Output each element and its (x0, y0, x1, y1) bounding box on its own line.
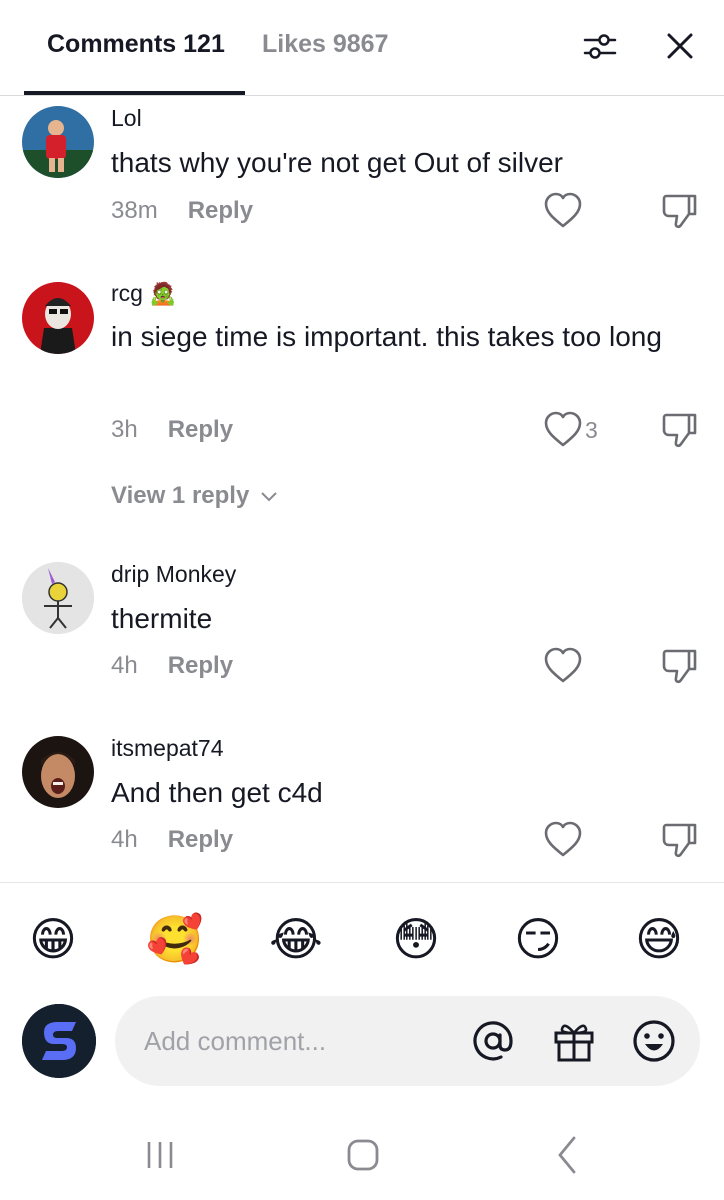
comment-text: thermite (111, 603, 213, 634)
comment-username[interactable]: itsmepat74 (111, 735, 224, 762)
comment-input-placeholder: Add comment... (144, 1026, 327, 1056)
emoji-sweat-smile-button[interactable]: 😅 (631, 911, 687, 967)
comment-time: 4h (111, 652, 138, 679)
reply-button[interactable]: Reply (168, 826, 233, 853)
comments-header: Comments 121 Likes 9867 (0, 0, 724, 96)
comment-text: thats why you're not get Out of silver (111, 147, 564, 178)
avatar[interactable] (22, 562, 94, 634)
comment-text: in siege time is important. this takes t… (111, 321, 662, 352)
comment-input[interactable]: Add comment... (115, 996, 700, 1086)
heart-icon (544, 821, 582, 857)
current-user-avatar[interactable] (22, 1004, 96, 1078)
home-icon[interactable] (338, 1130, 388, 1180)
username-emoji: 🧟 (149, 281, 177, 306)
mention-icon[interactable] (469, 1017, 517, 1065)
heart-icon (544, 647, 582, 683)
like-count: 3 (585, 416, 598, 443)
avatar[interactable] (22, 736, 94, 808)
like-button[interactable] (543, 191, 613, 231)
back-icon[interactable] (542, 1130, 592, 1180)
comment-time: 4h (111, 826, 138, 853)
active-tab-indicator (24, 91, 245, 95)
view-replies-button[interactable]: View 1 reply (111, 482, 278, 510)
emoji-smirk-button[interactable]: 😏 (510, 911, 566, 967)
like-button[interactable] (543, 646, 613, 686)
comment-meta: 4h Reply (111, 826, 233, 854)
dislike-icon[interactable] (661, 821, 699, 861)
reply-button[interactable]: Reply (188, 197, 253, 224)
comment-time: 38m (111, 197, 158, 224)
like-button[interactable] (543, 820, 613, 860)
tab-comments[interactable]: Comments 121 (47, 30, 225, 59)
emoji-quick-bar: 😁 🥰 😂 😳 😏 😅 (0, 882, 724, 994)
heart-icon (544, 411, 582, 447)
comment-username[interactable]: rcg 🧟 (111, 280, 177, 307)
comment-username[interactable]: Lol (111, 105, 142, 132)
emoji-flushed-button[interactable]: 😳 (388, 911, 444, 967)
comment-username[interactable]: drip Monkey (111, 561, 236, 588)
emoji-grin-button[interactable]: 😁 (25, 911, 81, 967)
dislike-icon[interactable] (661, 192, 699, 232)
recent-apps-icon[interactable] (135, 1130, 185, 1180)
comment-meta: 4h Reply (111, 652, 233, 680)
like-button[interactable]: 3 (543, 410, 613, 450)
filter-icon[interactable] (580, 26, 620, 66)
system-nav-bar (0, 1110, 724, 1200)
gift-icon[interactable] (550, 1017, 598, 1065)
comment-time: 3h (111, 416, 138, 443)
emoji-hearts-button[interactable]: 🥰 (146, 911, 203, 967)
reply-button[interactable]: Reply (168, 416, 233, 443)
dislike-icon[interactable] (661, 411, 699, 451)
avatar[interactable] (22, 106, 94, 178)
comment-text: And then get c4d (111, 777, 323, 808)
tab-likes[interactable]: Likes 9867 (262, 30, 389, 59)
heart-icon (544, 192, 582, 228)
emoji-tears-of-joy-button[interactable]: 😂 (268, 911, 324, 967)
comment-meta: 3h Reply (111, 416, 233, 444)
avatar[interactable] (22, 282, 94, 354)
reply-button[interactable]: Reply (168, 652, 233, 679)
dislike-icon[interactable] (661, 647, 699, 687)
emoji-icon[interactable] (630, 1017, 678, 1065)
close-icon[interactable] (660, 26, 700, 66)
chevron-down-icon (261, 492, 277, 502)
comment-meta: 38m Reply (111, 197, 253, 225)
